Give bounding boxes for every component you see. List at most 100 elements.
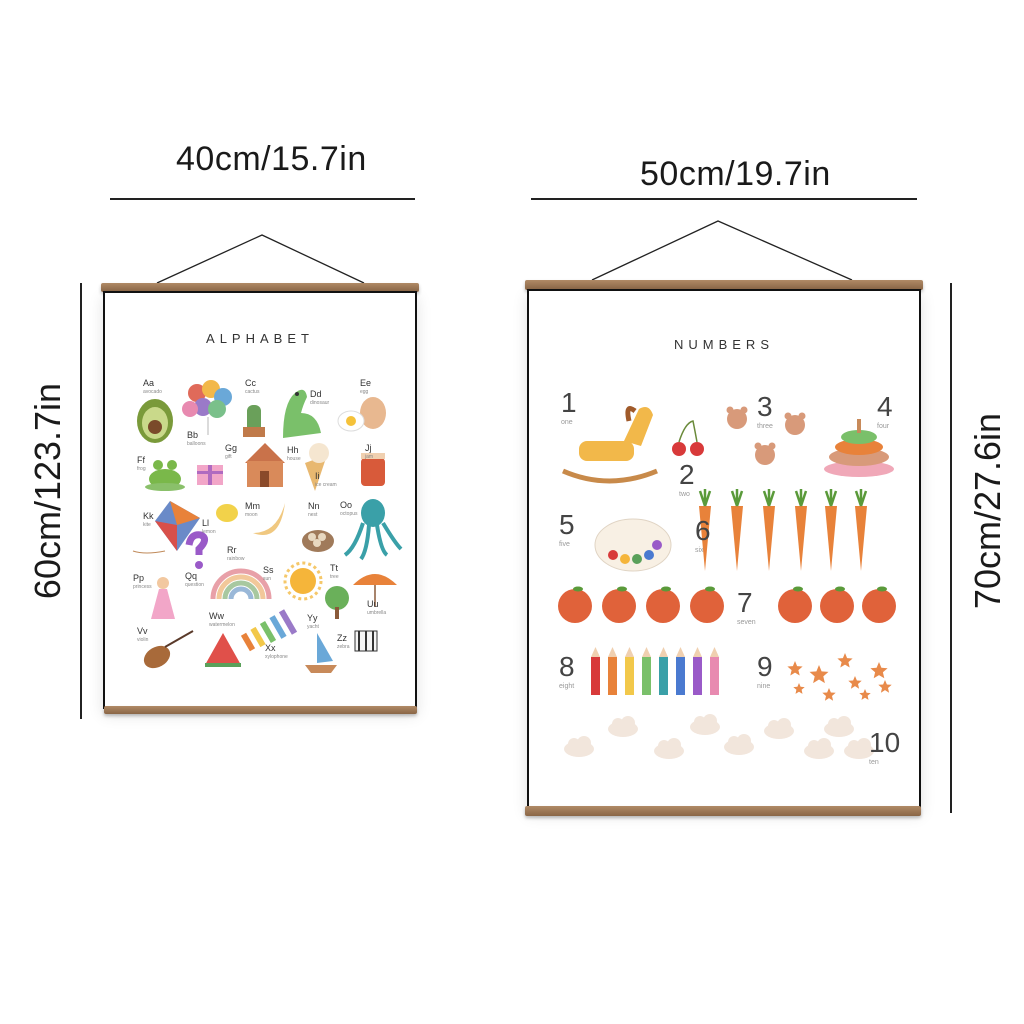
star-icon: [859, 689, 871, 700]
egg-icon: [337, 397, 386, 432]
alphabet-letter-o: Oo: [340, 500, 353, 510]
alphabet-word-f: frog: [137, 466, 146, 472]
alphabet-word-a: avocado: [143, 389, 162, 395]
stars-icon: [787, 653, 892, 701]
alphabet-word-l: lemon: [202, 529, 216, 535]
number-word-4: four: [877, 423, 890, 430]
alphabet-letter-m: Mm: [245, 501, 260, 511]
alphabet-letter-x: Xx: [265, 643, 276, 653]
left-bottom-rod: [104, 706, 417, 714]
alphabet-word-y: yacht: [307, 624, 319, 630]
star-icon: [837, 653, 853, 668]
numbers-illustrations: [558, 406, 896, 759]
orange-icon: [602, 586, 636, 623]
cloud-icon: [824, 716, 854, 737]
left-height-label: 60cm/123.7in: [27, 382, 68, 600]
number-8: 8: [559, 651, 575, 682]
left-height-line: [80, 283, 82, 719]
frog-icon: [145, 460, 185, 491]
right-height-line: [950, 283, 952, 813]
cloud-icon: [690, 714, 720, 735]
alphabet-word-s: sun: [263, 576, 272, 582]
cactus-icon: [243, 405, 265, 437]
question-icon: [185, 531, 208, 569]
star-icon: [878, 680, 892, 693]
orange-icon: [690, 586, 724, 623]
orange-icon: [820, 586, 854, 623]
alphabet-word-t: tree: [330, 574, 339, 580]
alphabet-letter-g: Gg: [225, 443, 238, 453]
cherries-icon: [672, 420, 704, 456]
alphabet-word-r: rainbow: [227, 556, 245, 562]
right-width-label: 50cm/19.7in: [640, 155, 831, 193]
alphabet-word-u: umbrella: [367, 610, 387, 616]
alphabet-letter-a: Aa: [143, 378, 155, 388]
alphabet-word-b: balloons: [187, 441, 206, 447]
number-3: 3: [757, 391, 773, 422]
cloud-icon: [764, 718, 794, 739]
alphabet-word-j: jam: [365, 454, 374, 460]
alphabet-illustrations: [132, 380, 403, 673]
cloud-icon: [608, 716, 638, 737]
alphabet-letter-e: Ee: [360, 378, 372, 388]
octopus-icon: [343, 499, 403, 561]
alphabet-letter-h: Hh: [287, 445, 299, 455]
yacht-icon: [305, 633, 337, 673]
number-word-8: eight: [559, 683, 575, 690]
star-icon: [822, 688, 836, 701]
cloud-icon: [724, 734, 754, 755]
alphabet-letter-i: Ii: [315, 471, 320, 481]
alphabet-word-n: nest: [308, 512, 318, 518]
carrot-icon: [824, 489, 838, 571]
number-9: 9: [757, 651, 773, 682]
carrot-icon: [794, 489, 808, 571]
carrot-icon: [762, 489, 776, 571]
alphabet-letter-d: Dd: [310, 389, 322, 399]
right-width-line: [531, 198, 917, 200]
alphabet-letter-s: Ss: [263, 565, 274, 575]
alphabet-letter-z: Zz: [337, 633, 347, 643]
pencil-icon: [625, 647, 634, 695]
alphabet-word-h: house: [287, 456, 301, 462]
number-10: 10: [869, 727, 901, 758]
carrots-icon: [698, 489, 868, 571]
left-width-label: 40cm/15.7in: [176, 140, 367, 178]
star-icon: [793, 683, 805, 694]
pencil-icon: [591, 647, 600, 695]
princess-icon: [151, 577, 175, 619]
alphabet-letter-l: Ll: [202, 518, 210, 528]
number-word-3: three: [757, 423, 773, 430]
alphabet-letter-v: Vv: [137, 626, 148, 636]
lemon-icon: [216, 504, 238, 522]
star-icon: [870, 662, 888, 679]
right-string: [591, 220, 853, 281]
pencil-icon: [659, 647, 668, 695]
alphabet-poster: ALPHABET Aa avocado Bb balloons Cc cactu…: [103, 291, 417, 709]
pencil-icon: [642, 647, 651, 695]
left-width-line: [110, 198, 415, 200]
alphabet-letter-k: Kk: [143, 511, 154, 521]
alphabet-word-k: kite: [143, 522, 151, 528]
pencil-icon: [676, 647, 685, 695]
pencil-icon: [710, 647, 719, 695]
palette-icon: [594, 518, 672, 572]
number-2: 2: [679, 459, 695, 490]
orange-icon: [646, 586, 680, 623]
alphabet-word-m: moon: [245, 512, 258, 518]
alphabet-word-w: watermelon: [209, 622, 235, 628]
alphabet-word-p: princess: [133, 584, 152, 590]
alphabet-letter-b: Bb: [187, 430, 199, 440]
number-5: 5: [559, 509, 575, 540]
alphabet-word-o: octopus: [340, 511, 358, 517]
orange-icon: [778, 586, 812, 623]
left-string: [156, 234, 365, 284]
watermelon-icon: [205, 633, 241, 667]
right-height-label: 70cm/27.6in: [967, 412, 1008, 610]
number-word-9: nine: [757, 683, 771, 690]
alphabet-word-c: cactus: [245, 389, 260, 395]
carrot-icon: [730, 489, 744, 571]
alphabet-word-q: question: [185, 582, 204, 588]
right-bottom-rod: [525, 806, 921, 816]
number-1: 1: [561, 387, 577, 418]
sun-icon: [283, 561, 323, 601]
